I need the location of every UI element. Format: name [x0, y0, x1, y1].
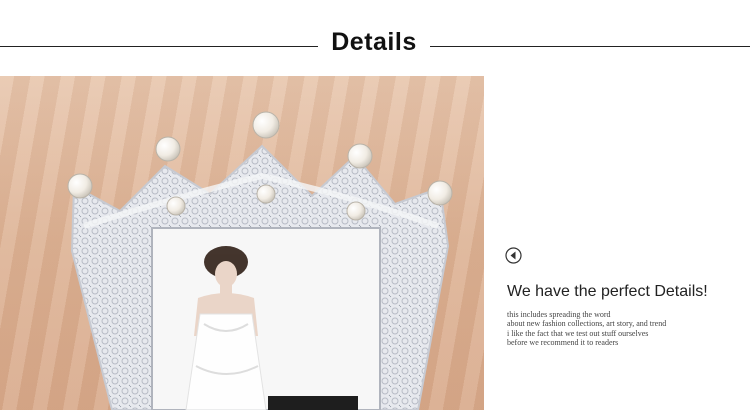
description-line: before we recommend it to readers [507, 338, 619, 348]
section-header: Details [0, 0, 750, 76]
header-rule-right [430, 46, 750, 47]
crown-photo-frame-image [67, 111, 453, 410]
circle-arrow-left-icon[interactable] [505, 247, 522, 264]
description-line: about new fashion collections, art story… [507, 319, 667, 329]
bottom-spacer [0, 410, 750, 416]
description-line: i like the fact that we test out stuff o… [507, 328, 649, 338]
inner-photo-window [151, 227, 381, 410]
frame-plate [268, 396, 358, 410]
description-line: this includes spreading the word [507, 310, 611, 319]
details-panel [484, 76, 750, 410]
section-title: Details [331, 28, 417, 56]
header-rule-left [0, 46, 318, 47]
product-photo [0, 76, 484, 410]
details-description: this includes spreading the word about n… [507, 310, 742, 348]
details-tagline: We have the perfect Details! [507, 283, 708, 300]
